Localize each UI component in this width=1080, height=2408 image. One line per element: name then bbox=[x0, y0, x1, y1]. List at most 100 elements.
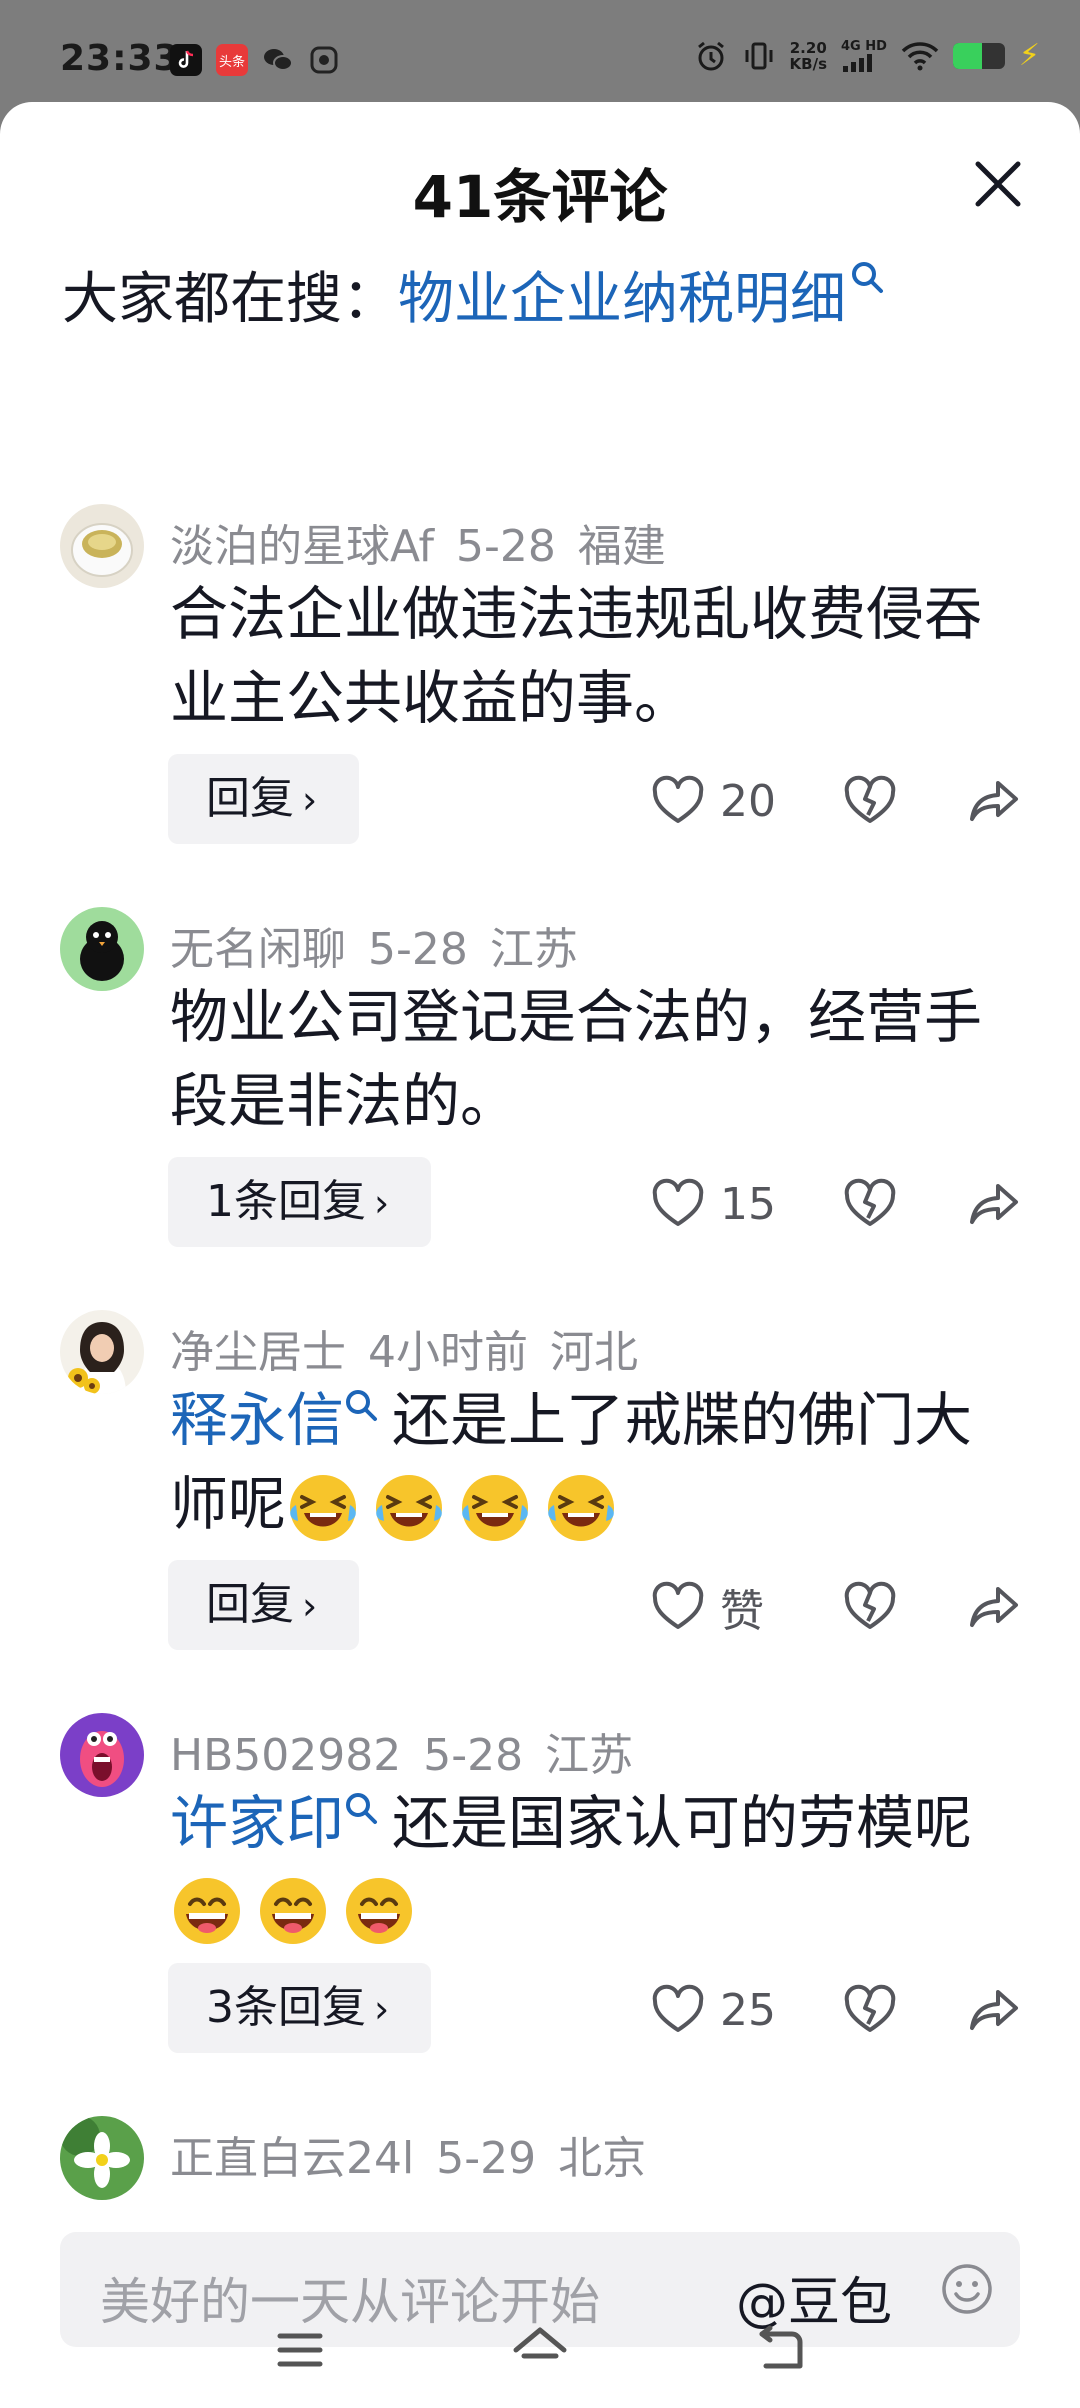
share-icon[interactable] bbox=[966, 1176, 1022, 1232]
grin-emoji-icon bbox=[174, 1877, 240, 1944]
comment-actions: 20 bbox=[650, 756, 1022, 846]
like-count: 25 bbox=[720, 1984, 776, 2036]
reply-button[interactable]: 回复 › bbox=[168, 754, 360, 844]
alarm-icon bbox=[697, 41, 724, 70]
home-icon[interactable] bbox=[510, 2320, 570, 2380]
comment-actions: 赞 bbox=[650, 1562, 1022, 1652]
battery-icon bbox=[952, 42, 1005, 69]
share-icon[interactable] bbox=[966, 1579, 1022, 1635]
trending-search-keyword[interactable]: 物业企业纳税明细 bbox=[398, 267, 846, 332]
avatar[interactable] bbox=[60, 504, 144, 588]
reply-button[interactable]: 3条回复 › bbox=[168, 1963, 432, 2053]
network-type: 4G HD bbox=[841, 39, 887, 54]
comment-item: 正直白云24l 5-29 北京 bbox=[0, 2104, 1080, 2202]
broken-heart-icon[interactable] bbox=[842, 773, 898, 829]
like-count: 20 bbox=[720, 775, 776, 827]
comment-item: 净尘居士 4小时前 河北 释永信 还是上了戒牒的佛门大师呢 回复 › 赞 bbox=[0, 1298, 1080, 1701]
comment-text[interactable]: 释永信 还是上了戒牒的佛门大师呢 bbox=[170, 1378, 990, 1546]
chevron-right-icon: › bbox=[374, 1181, 390, 1225]
comment-item: 无名闲聊 5-28 江苏 物业公司登记是合法的，经营手段是非法的。 1条回复 › 15 bbox=[0, 895, 1080, 1298]
mention-link[interactable]: 许家印 bbox=[170, 1789, 344, 1857]
comment-region: 江苏 bbox=[489, 924, 578, 975]
comment-date: 4小时前 bbox=[368, 1327, 528, 1378]
status-time: 23:33 bbox=[60, 38, 180, 79]
system-nav-bar bbox=[0, 2290, 1080, 2408]
reply-label: 3条回复 bbox=[206, 1982, 366, 2033]
comment-list[interactable]: 淡泊的星球Af 5-28 福建 合法企业做违法违规乱收费侵吞业主公共收益的事。 回复… bbox=[0, 492, 1080, 2202]
reply-label: 回复 bbox=[206, 1579, 294, 1630]
signal-icon bbox=[843, 54, 872, 72]
menu-icon[interactable] bbox=[270, 2320, 330, 2380]
comment-region: 北京 bbox=[558, 2133, 647, 2184]
avatar[interactable] bbox=[60, 1310, 144, 1394]
reply-label: 回复 bbox=[206, 773, 294, 824]
like-count: 15 bbox=[720, 1178, 776, 1230]
mention-link[interactable]: 释永信 bbox=[170, 1386, 344, 1454]
share-icon[interactable] bbox=[966, 1982, 1022, 2038]
comment-meta: 淡泊的星球Af 5-28 福建 bbox=[170, 510, 688, 574]
like-button[interactable]: 20 bbox=[650, 773, 790, 829]
reply-label: 1条回复 bbox=[206, 1176, 366, 1227]
back-icon[interactable] bbox=[750, 2320, 810, 2380]
emoji-group bbox=[286, 1470, 630, 1541]
reply-button[interactable]: 回复 › bbox=[168, 1560, 360, 1650]
like-button[interactable]: 15 bbox=[650, 1176, 790, 1232]
laugh-cry-emoji-icon bbox=[462, 1474, 529, 1541]
broken-heart-icon[interactable] bbox=[842, 1176, 898, 1232]
username[interactable]: HB502982 bbox=[170, 1730, 401, 1781]
comment-meta: 无名闲聊 5-28 江苏 bbox=[170, 913, 600, 977]
network-speed: 2.20 KB/s bbox=[790, 40, 827, 72]
status-indicators: 2.20 KB/s 4G HD ⚡ bbox=[694, 38, 1040, 73]
close-icon[interactable] bbox=[968, 154, 1028, 214]
comments-title: 41条评论 bbox=[412, 163, 668, 231]
username[interactable]: 无名闲聊 bbox=[170, 924, 346, 975]
comment-meta: 净尘居士 4小时前 河北 bbox=[170, 1316, 660, 1380]
search-icon bbox=[346, 1793, 378, 1824]
vpn-icon bbox=[308, 44, 340, 76]
avatar[interactable] bbox=[60, 2116, 144, 2200]
username[interactable]: 淡泊的星球Af bbox=[170, 521, 434, 572]
like-button[interactable]: 25 bbox=[650, 1982, 790, 2038]
laugh-cry-emoji-icon bbox=[548, 1474, 615, 1541]
toutiao-label: 头条 bbox=[218, 54, 245, 70]
like-count: 赞 bbox=[720, 1586, 764, 1637]
comment-meta: 正直白云24l 5-29 北京 bbox=[170, 2122, 668, 2186]
comment-text-body: 还是国家认可的劳模呢 bbox=[392, 1789, 973, 1857]
share-icon[interactable] bbox=[966, 773, 1022, 829]
comment-meta: HB502982 5-28 江苏 bbox=[170, 1719, 655, 1783]
status-bar: 23:33 头条 2.20 KB/s 4G HD ⚡ bbox=[0, 0, 1080, 105]
avatar[interactable] bbox=[60, 1713, 144, 1797]
reply-button[interactable]: 1条回复 › bbox=[168, 1157, 432, 1247]
laugh-cry-emoji-icon bbox=[290, 1474, 357, 1541]
battery-level bbox=[952, 42, 982, 69]
trending-search-prefix: 大家都在搜： bbox=[62, 267, 398, 332]
comment-region: 福建 bbox=[577, 521, 666, 572]
comment-text[interactable]: 许家印 还是国家认可的劳模呢 bbox=[170, 1781, 990, 1949]
comment-actions: 25 bbox=[650, 1965, 1022, 2055]
status-app-icons: 头条 bbox=[170, 44, 340, 76]
avatar[interactable] bbox=[60, 907, 144, 991]
chevron-right-icon: › bbox=[302, 1584, 318, 1628]
grin-emoji-icon bbox=[346, 1877, 412, 1944]
laugh-cry-emoji-icon bbox=[376, 1474, 443, 1541]
heart-icon bbox=[652, 1984, 704, 2032]
emoji-group bbox=[170, 1873, 428, 1944]
grin-emoji-icon bbox=[260, 1877, 326, 1944]
comment-text[interactable]: 合法企业做违法违规乱收费侵吞业主公共收益的事。 bbox=[170, 572, 990, 740]
username[interactable]: 正直白云24l bbox=[170, 2133, 414, 2184]
wifi-icon bbox=[901, 41, 939, 70]
speed-unit: KB/s bbox=[789, 54, 827, 73]
broken-heart-icon[interactable] bbox=[842, 1579, 898, 1635]
trending-search[interactable]: 大家都在搜：物业企业纳税明细 bbox=[62, 254, 884, 335]
comment-date: 5-28 bbox=[423, 1730, 524, 1781]
like-button[interactable]: 赞 bbox=[650, 1575, 790, 1639]
comment-date: 5-28 bbox=[456, 521, 556, 572]
speed-value: 2.20 bbox=[789, 38, 827, 57]
comment-text[interactable]: 物业公司登记是合法的，经营手段是非法的。 bbox=[170, 975, 990, 1143]
username[interactable]: 净尘居士 bbox=[170, 1327, 346, 1378]
heart-icon bbox=[652, 775, 704, 823]
comment-item: HB502982 5-28 江苏 许家印 还是国家认可的劳模呢 3条回复 › 25 bbox=[0, 1701, 1080, 2104]
comment-region: 河北 bbox=[550, 1327, 638, 1378]
broken-heart-icon[interactable] bbox=[842, 1982, 898, 2038]
cellular-signal: 4G HD bbox=[841, 39, 887, 72]
